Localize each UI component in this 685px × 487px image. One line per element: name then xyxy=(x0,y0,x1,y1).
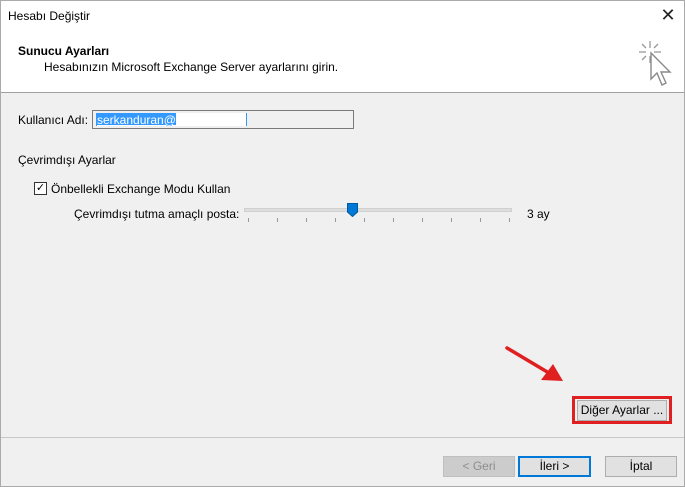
change-account-dialog: Hesabı Değiştir ✕ Sunucu Ayarları Hesabı… xyxy=(0,0,685,487)
username-field[interactable]: serkanduran@ xyxy=(92,110,354,129)
retention-label: Çevrimdışı tutma amaçlı posta: xyxy=(74,207,240,221)
cached-mode-checkbox[interactable]: ✓ xyxy=(34,182,47,195)
back-button[interactable]: < Geri xyxy=(443,456,515,477)
offline-settings-label: Çevrimdışı Ayarlar xyxy=(18,153,116,167)
title-bar: Hesabı Değiştir ✕ xyxy=(1,1,684,31)
slider-tick xyxy=(393,218,394,222)
slider-tick xyxy=(277,218,278,222)
slider-tick xyxy=(364,218,365,222)
slider-thumb[interactable] xyxy=(347,203,358,217)
slider-tick xyxy=(422,218,423,222)
wizard-cursor-icon xyxy=(639,41,672,86)
slider-tick xyxy=(509,218,510,222)
username-label: Kullanıcı Adı: xyxy=(18,113,89,127)
cached-mode-label[interactable]: Önbellekli Exchange Modu Kullan xyxy=(51,182,230,196)
annotation-arrow-icon xyxy=(505,346,563,381)
retention-value: 3 ay xyxy=(527,207,550,221)
username-value: serkanduran@ xyxy=(97,113,176,127)
slider-tick xyxy=(248,218,249,222)
slider-tick xyxy=(480,218,481,222)
close-icon[interactable]: ✕ xyxy=(658,5,678,25)
slider-track[interactable] xyxy=(244,208,512,212)
other-settings-button[interactable]: Diğer Ayarlar ... xyxy=(577,400,667,421)
footer-divider xyxy=(1,437,684,438)
header-subtitle: Hesabınızın Microsoft Exchange Server ay… xyxy=(44,60,339,74)
slider-tick xyxy=(335,218,336,222)
username-selection: serkanduran@ xyxy=(96,113,247,127)
redacted-area xyxy=(175,113,246,126)
cancel-button[interactable]: İptal xyxy=(605,456,677,477)
header-title: Sunucu Ayarları xyxy=(18,44,110,58)
next-button[interactable]: İleri > xyxy=(518,456,591,477)
slider-tick xyxy=(451,218,452,222)
header-panel: Sunucu Ayarları Hesabınızın Microsoft Ex… xyxy=(1,31,684,93)
slider-tick xyxy=(306,218,307,222)
window-title: Hesabı Değiştir xyxy=(8,9,91,23)
